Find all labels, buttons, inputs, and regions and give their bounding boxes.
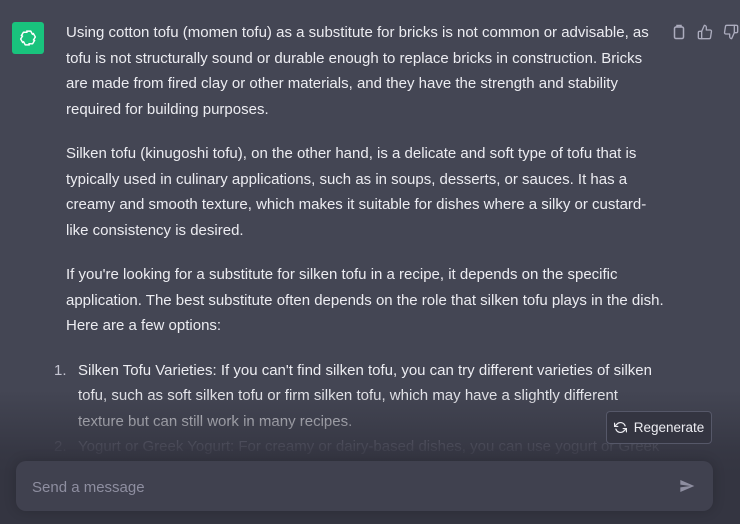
thumbs-down-icon[interactable] (722, 23, 739, 40)
assistant-avatar (12, 22, 44, 54)
message-paragraph: If you're looking for a substitute for s… (66, 266, 664, 334)
assistant-message: Using cotton tofu (momen tofu) as a subs… (54, 20, 666, 460)
list-item: 2. Yogurt or Greek Yogurt: For creamy or… (54, 434, 666, 460)
regenerate-label: Regenerate (633, 420, 705, 435)
message-actions (670, 23, 739, 40)
openai-logo-icon (19, 30, 37, 46)
send-icon (680, 480, 695, 492)
thumbs-up-icon[interactable] (696, 23, 713, 40)
message-composer (16, 461, 713, 513)
list-number: 1. (54, 361, 67, 379)
message-paragraph: Using cotton tofu (momen tofu) as a subs… (66, 24, 649, 118)
list-item-text: Yogurt or Greek Yogurt: For creamy or da… (78, 438, 660, 455)
list-item-text: Silken Tofu Varieties: If you can't find… (78, 361, 652, 430)
refresh-icon (613, 422, 627, 433)
regenerate-button[interactable]: Regenerate (606, 411, 712, 444)
copy-icon[interactable] (670, 23, 687, 40)
message-input[interactable] (30, 461, 674, 513)
message-paragraph: Silken tofu (kinugoshi tofu), on the oth… (66, 145, 647, 239)
send-button[interactable] (678, 477, 696, 495)
list-item: 1. Silken Tofu Varieties: If you can't f… (54, 358, 666, 435)
list-number: 2. (54, 438, 67, 455)
options-list: 1. Silken Tofu Varieties: If you can't f… (54, 358, 666, 460)
